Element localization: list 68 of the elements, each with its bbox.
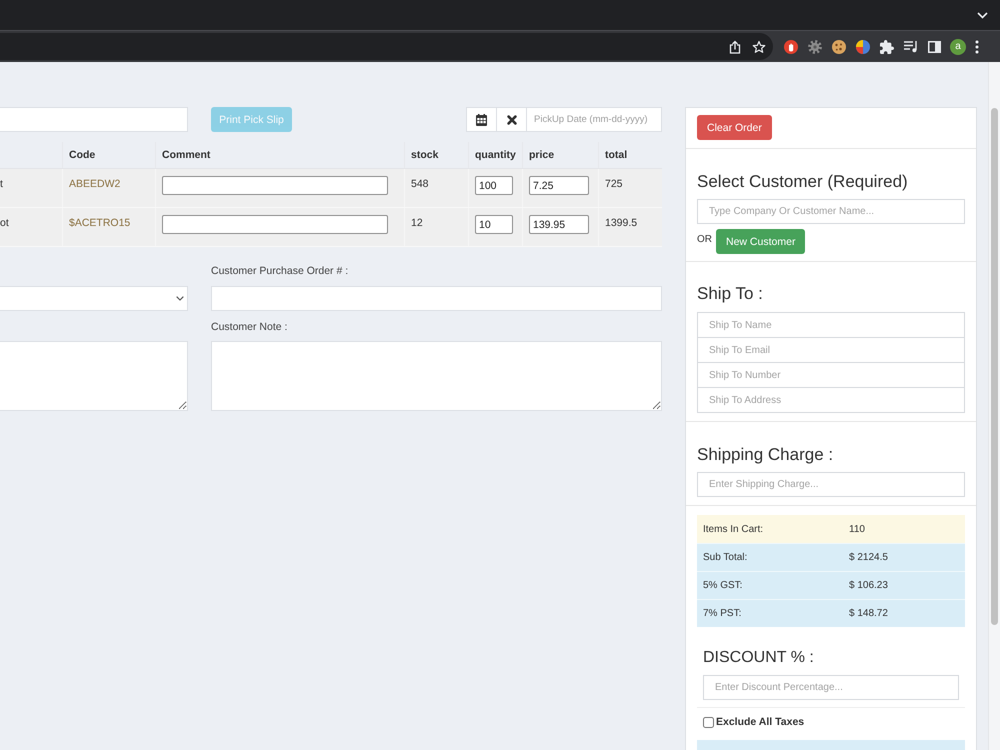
column-header: price bbox=[529, 149, 554, 162]
dropdown-field[interactable] bbox=[0, 286, 188, 311]
discount-field[interactable]: Enter Discount Percentage... bbox=[703, 675, 959, 700]
clear-date-button[interactable] bbox=[496, 107, 526, 132]
pickup-date-field[interactable]: PickUp Date (mm-dd-yyyy) bbox=[526, 107, 662, 132]
summary-label: 7% PST: bbox=[702, 608, 742, 619]
purchase-order-field[interactable] bbox=[211, 286, 662, 311]
share-icon[interactable] bbox=[729, 40, 741, 54]
table-cell: 1399.5 bbox=[605, 217, 638, 230]
quantity-field[interactable]: 100 bbox=[475, 176, 513, 195]
playlist-icon[interactable] bbox=[904, 40, 918, 53]
calendar-icon bbox=[476, 114, 487, 126]
table-cell: 12 bbox=[411, 217, 423, 230]
price-field[interactable]: 139.95 bbox=[529, 215, 589, 234]
summary-value: 110 bbox=[849, 524, 865, 534]
price-field[interactable]: 7.25 bbox=[529, 176, 589, 195]
customer-search-field[interactable]: Type Company Or Customer Name... bbox=[697, 199, 965, 224]
ship-to-field[interactable]: Ship To Email bbox=[697, 337, 965, 363]
exclude-taxes-checkbox[interactable] bbox=[703, 716, 714, 728]
column-header: Code bbox=[69, 149, 96, 162]
chevron-down-icon bbox=[176, 296, 184, 301]
summary-label: Sub Total: bbox=[702, 552, 748, 563]
comment-field[interactable] bbox=[162, 215, 388, 234]
or-label: OR bbox=[697, 234, 712, 246]
field-label: Customer Purchase Order # : bbox=[211, 264, 348, 278]
checkbox-label: Exclude All Taxes bbox=[716, 716, 804, 728]
close-icon bbox=[506, 114, 516, 124]
product-code: $ACETRO15 bbox=[69, 217, 130, 230]
summary-value: $ 106.23 bbox=[849, 580, 888, 591]
section-heading: DISCOUNT % : bbox=[703, 648, 815, 668]
scrollbar-thumb[interactable] bbox=[991, 108, 998, 625]
cookie-icon[interactable] bbox=[832, 40, 846, 54]
ship-to-field[interactable]: Ship To Number bbox=[697, 362, 965, 388]
hand-icon[interactable] bbox=[784, 40, 798, 54]
clear-order-button[interactable]: Clear Order bbox=[697, 115, 772, 140]
product-code: ABEEDW2 bbox=[69, 178, 120, 191]
calendar-button[interactable] bbox=[466, 107, 496, 132]
quantity-field[interactable]: 10 bbox=[475, 215, 513, 234]
section-heading: Ship To : bbox=[697, 284, 764, 304]
table-cell: ot bbox=[0, 217, 9, 230]
table-cell: t bbox=[0, 178, 3, 191]
summary-value: $ 148.72 bbox=[849, 608, 888, 619]
chevron-down-icon[interactable] bbox=[977, 12, 988, 18]
input-field[interactable] bbox=[0, 107, 188, 132]
puzzle-icon[interactable] bbox=[880, 40, 894, 54]
ship-to-field[interactable]: Ship To Name bbox=[697, 312, 965, 338]
text-area-field[interactable] bbox=[0, 341, 188, 411]
section-heading: Select Customer (Required) bbox=[697, 172, 909, 192]
table-cell: 725 bbox=[605, 178, 623, 191]
column-header: quantity bbox=[475, 149, 516, 162]
summary-value: $ 2124.5 bbox=[849, 552, 888, 563]
customer-note-field[interactable] bbox=[211, 341, 662, 411]
pie-chart-icon[interactable] bbox=[856, 40, 870, 54]
field-label: Customer Note : bbox=[211, 320, 288, 334]
sidebar-icon[interactable] bbox=[928, 40, 941, 52]
gear-icon[interactable] bbox=[808, 40, 822, 54]
column-header: Comment bbox=[162, 149, 210, 162]
column-header: stock bbox=[411, 149, 438, 162]
ship-to-field[interactable]: Ship To Address bbox=[697, 387, 965, 413]
column-header: total bbox=[605, 149, 628, 162]
shipping-charge-field[interactable]: Enter Shipping Charge... bbox=[697, 472, 965, 497]
section-heading: Shipping Charge : bbox=[697, 445, 834, 465]
comment-field[interactable] bbox=[162, 176, 388, 195]
table-cell: 548 bbox=[411, 178, 429, 191]
summary-label: Items In Cart: bbox=[702, 524, 764, 534]
summary-label: 5% GST: bbox=[702, 580, 744, 591]
star-icon[interactable] bbox=[752, 40, 766, 54]
more-icon[interactable] bbox=[975, 40, 979, 54]
